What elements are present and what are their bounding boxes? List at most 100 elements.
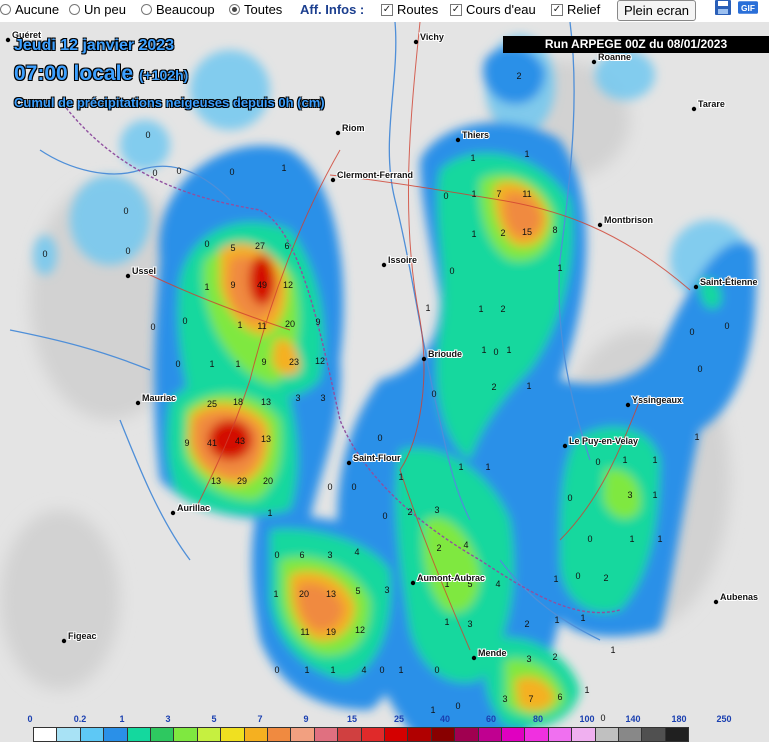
- legend-swatch: [33, 727, 58, 742]
- precip-value: 1: [526, 381, 531, 391]
- city-label: Ussel: [132, 266, 156, 276]
- city-label: Saint-Étienne: [700, 277, 758, 287]
- legend-value: 3: [165, 714, 171, 724]
- radio-toutes[interactable]: Toutes: [229, 2, 282, 17]
- city-dot: [381, 262, 387, 268]
- legend-value: 0: [27, 714, 33, 724]
- city-dot: [713, 599, 719, 605]
- city-label: Montbrison: [604, 215, 653, 225]
- city-dot: [335, 130, 341, 136]
- check-relief[interactable]: ✓ Relief: [551, 2, 600, 17]
- city-dot: [125, 273, 131, 279]
- precip-value: 0: [176, 166, 181, 176]
- city-dot: [5, 37, 11, 43]
- run-banner: Run ARPEGE 00Z du 08/01/2023: [503, 36, 769, 53]
- precip-value: 3: [467, 619, 472, 629]
- radio-un-peu-circle[interactable]: [69, 4, 80, 15]
- precip-value: 1: [471, 229, 476, 239]
- precip-value: 2: [524, 619, 529, 629]
- precip-value: 0: [443, 191, 448, 201]
- precip-value: 27: [255, 241, 265, 251]
- check-relief-label: Relief: [567, 2, 601, 17]
- check-cours-eau-box[interactable]: ✓: [450, 3, 462, 16]
- radio-un-peu[interactable]: Un peu: [69, 2, 126, 17]
- precip-value: 0: [587, 534, 592, 544]
- precip-value: 0: [449, 266, 454, 276]
- check-relief-box[interactable]: ✓: [551, 3, 563, 16]
- legend-value: 40: [439, 714, 451, 724]
- precip-value: 0: [382, 511, 387, 521]
- city-dot: [691, 106, 697, 112]
- city-label: Le Puy-en-Velay: [569, 436, 638, 446]
- city-label: Mende: [478, 648, 507, 658]
- radio-aucune-label: Aucune: [15, 2, 60, 17]
- precip-value: 3: [320, 393, 325, 403]
- radio-beaucoup[interactable]: Beaucoup: [141, 2, 215, 17]
- precip-value: 0: [274, 550, 279, 560]
- radio-beaucoup-circle[interactable]: [141, 4, 152, 15]
- legend-swatch: [313, 727, 339, 742]
- precip-value: 1: [470, 153, 475, 163]
- radio-aucune-circle[interactable]: [0, 4, 11, 15]
- precip-value: 1: [657, 534, 662, 544]
- precip-value: 7: [496, 189, 501, 199]
- city-dot: [597, 222, 603, 228]
- check-routes[interactable]: ✓ Routes: [381, 2, 438, 17]
- precip-value: 1: [471, 189, 476, 199]
- city-dot: [562, 443, 568, 449]
- radio-aucune[interactable]: Aucune: [0, 2, 59, 17]
- precip-value: 3: [502, 694, 507, 704]
- legend-value: 0.2: [73, 714, 87, 724]
- legend-value: 80: [532, 714, 544, 724]
- precip-value: 0: [125, 246, 130, 256]
- precip-value: 1: [398, 665, 403, 675]
- radio-un-peu-label: Un peu: [84, 2, 126, 17]
- radio-toutes-circle[interactable]: [229, 4, 240, 15]
- precip-value: 0: [455, 701, 460, 711]
- precip-value: 4: [463, 540, 468, 550]
- precip-value: 1: [281, 163, 286, 173]
- precip-value: 1: [584, 685, 589, 695]
- radio-beaucoup-label: Beaucoup: [156, 2, 215, 17]
- precip-value: 0: [123, 206, 128, 216]
- city-label: Brioude: [428, 349, 462, 359]
- city-label: Figeac: [68, 631, 97, 641]
- precip-value: 0: [182, 316, 187, 326]
- snow-map: 2749 1296511 20 91223925 18 13 3 39 41 43 1313 29 20…: [0, 22, 769, 742]
- precip-value: 1: [273, 589, 278, 599]
- city-dot: [410, 580, 416, 586]
- legend-value: 1: [119, 714, 125, 724]
- legend-value: 250: [716, 714, 732, 724]
- legend-swatch: [126, 727, 151, 742]
- precip-value: 2: [491, 382, 496, 392]
- legend-swatch: [243, 727, 268, 742]
- legend-swatch: [360, 727, 385, 742]
- precip-value: 3: [627, 490, 632, 500]
- legend-swatch: [103, 727, 128, 742]
- precip-value: 20: [299, 589, 309, 599]
- precip-value: 49: [257, 280, 267, 290]
- city-label: Aubenas: [720, 592, 758, 602]
- precip-value: 1: [553, 574, 558, 584]
- city-dot: [471, 655, 477, 661]
- precip-value: 13: [261, 397, 271, 407]
- city-label: Vichy: [420, 32, 444, 42]
- legend-swatch: [594, 727, 619, 742]
- save-icon[interactable]: [713, 0, 733, 15]
- precip-value: 12: [355, 625, 365, 635]
- precip-value: 0: [145, 130, 150, 140]
- city-label: Yssingeaux: [632, 395, 682, 405]
- legend-swatch: [524, 727, 549, 742]
- check-cours-eau[interactable]: ✓ Cours d'eau: [450, 2, 536, 17]
- city-dot: [591, 59, 597, 65]
- precip-value: 4: [495, 579, 500, 589]
- precip-value: 1: [481, 345, 486, 355]
- fullscreen-button[interactable]: Plein ecran: [617, 0, 697, 21]
- precip-value: 3: [295, 393, 300, 403]
- precip-value: 0: [152, 168, 157, 178]
- check-routes-box[interactable]: ✓: [381, 3, 393, 16]
- gif-icon[interactable]: GIF: [738, 0, 758, 15]
- precip-value: 11: [300, 627, 309, 637]
- precip-value: 3: [434, 505, 439, 515]
- city-dot: [135, 400, 141, 406]
